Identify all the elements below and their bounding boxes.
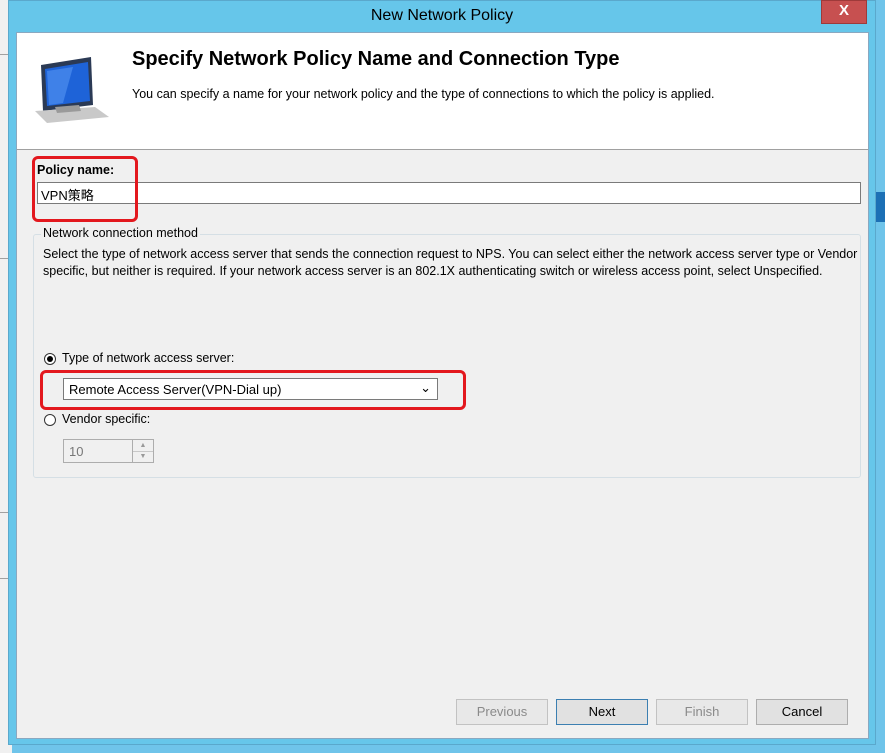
finish-button: Finish (656, 699, 748, 725)
wizard-header: Specify Network Policy Name and Connecti… (17, 33, 868, 150)
window-title: New Network Policy (370, 7, 514, 24)
policy-name-input[interactable]: VPN策略 (37, 182, 861, 204)
connection-method-description: Select the type of network access server… (43, 247, 858, 278)
server-type-annotation-box (40, 370, 466, 410)
stepper-down-icon: ▼ (139, 453, 147, 460)
type-of-server-radio[interactable] (44, 353, 56, 365)
wizard-step-title: Specify Network Policy Name and Connecti… (132, 48, 620, 70)
wizard-step-description: You can specify a name for your network … (132, 87, 715, 101)
close-button[interactable]: X (821, 0, 867, 24)
vendor-specific-stepper: 10 ▲ ▼ (63, 439, 154, 463)
vendor-specific-value: 10 (69, 444, 84, 459)
previous-button: Previous (456, 699, 548, 725)
monitor-icon (35, 57, 109, 123)
next-button[interactable]: Next (556, 699, 648, 725)
background-window-fragment (875, 192, 885, 222)
policy-name-annotation-box (32, 156, 138, 222)
connection-method-legend: Network connection method (41, 226, 200, 240)
vendor-specific-label[interactable]: Vendor specific: (62, 412, 150, 426)
vendor-specific-radio[interactable] (44, 414, 56, 426)
type-of-server-label[interactable]: Type of network access server: (62, 351, 234, 365)
stepper-buttons: ▲ ▼ (132, 440, 153, 462)
cancel-button[interactable]: Cancel (756, 699, 848, 725)
title-bar: New Network Policy X (9, 0, 875, 31)
